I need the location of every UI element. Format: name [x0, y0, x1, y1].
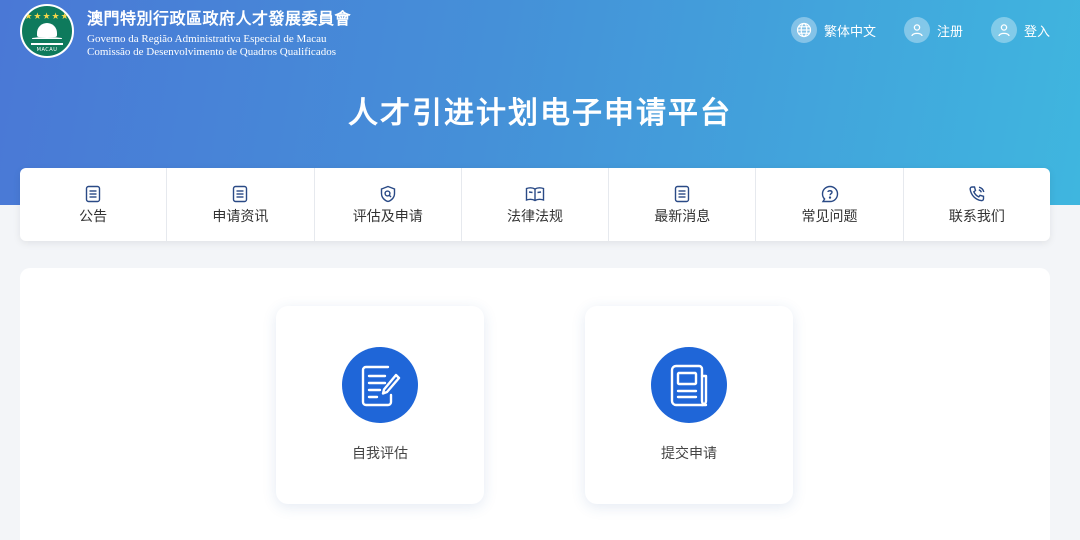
card-label: 自我评估	[352, 446, 408, 462]
header-links: 繁体中文 注册 登入	[790, 17, 1050, 43]
shield-search-icon	[379, 184, 397, 204]
stars-icon: ★★★★★	[24, 12, 70, 22]
login-label: 登入	[1023, 24, 1050, 40]
open-book-icon	[525, 184, 545, 204]
language-label: 繁体中文	[823, 24, 876, 40]
newspaper-icon	[651, 347, 727, 423]
nav-item-assessment[interactable]: 评估及申请	[315, 168, 462, 241]
document-icon	[85, 184, 101, 204]
submit-application-card[interactable]: 提交申请	[585, 306, 793, 504]
logo-text: MACAU	[36, 47, 58, 53]
edit-document-icon	[342, 347, 418, 423]
nav-item-faq[interactable]: 常见问题	[756, 168, 904, 241]
lotus-icon	[37, 23, 57, 37]
nav-label: 常见问题	[801, 208, 858, 225]
user-icon	[990, 17, 1017, 43]
nav-item-application-info[interactable]: 申请资讯	[167, 168, 315, 241]
main-panel	[20, 268, 1050, 540]
document-icon	[232, 184, 248, 204]
nav-item-contact[interactable]: 联系我们	[904, 168, 1050, 241]
nav-item-announcements[interactable]: 公告	[20, 168, 168, 241]
org-name-cn: 澳門特別行政區政府人才發展委員會	[87, 9, 352, 28]
main-nav: 公告 申请资讯 评估及申请 法律法规 最新消息 常见问题 联系我们	[20, 168, 1050, 241]
question-icon	[821, 184, 839, 204]
register-link[interactable]: 注册	[903, 17, 963, 43]
nav-label: 评估及申请	[352, 208, 423, 225]
org-name-pt-line1: Governo da Região Administrativa Especia…	[87, 33, 327, 45]
org-name-pt-line2: Comissão de Desenvolvimento de Quadros Q…	[87, 46, 336, 58]
nav-label: 申请资讯	[212, 208, 269, 225]
nav-label: 最新消息	[654, 208, 711, 225]
document-icon	[674, 184, 690, 204]
card-label: 提交申请	[661, 446, 717, 462]
nav-label: 法律法规	[506, 208, 563, 225]
language-switch-link[interactable]: 繁体中文	[790, 17, 876, 43]
phone-icon	[968, 184, 986, 204]
self-assessment-card[interactable]: 自我评估	[276, 306, 484, 504]
macau-emblem-logo[interactable]: ★★★★★ MACAU	[20, 4, 74, 58]
register-label: 注册	[936, 24, 963, 40]
platform-title: 人才引进计划电子申请平台	[348, 96, 732, 131]
nav-item-laws[interactable]: 法律法规	[462, 168, 610, 241]
login-link[interactable]: 登入	[990, 17, 1050, 43]
nav-item-news[interactable]: 最新消息	[609, 168, 757, 241]
nav-label: 联系我们	[948, 208, 1005, 225]
user-icon	[903, 17, 930, 43]
globe-icon	[790, 17, 817, 43]
nav-label: 公告	[79, 208, 108, 225]
org-title-block: 澳門特別行政區政府人才發展委員會 Governo da Região Admin…	[87, 5, 351, 59]
